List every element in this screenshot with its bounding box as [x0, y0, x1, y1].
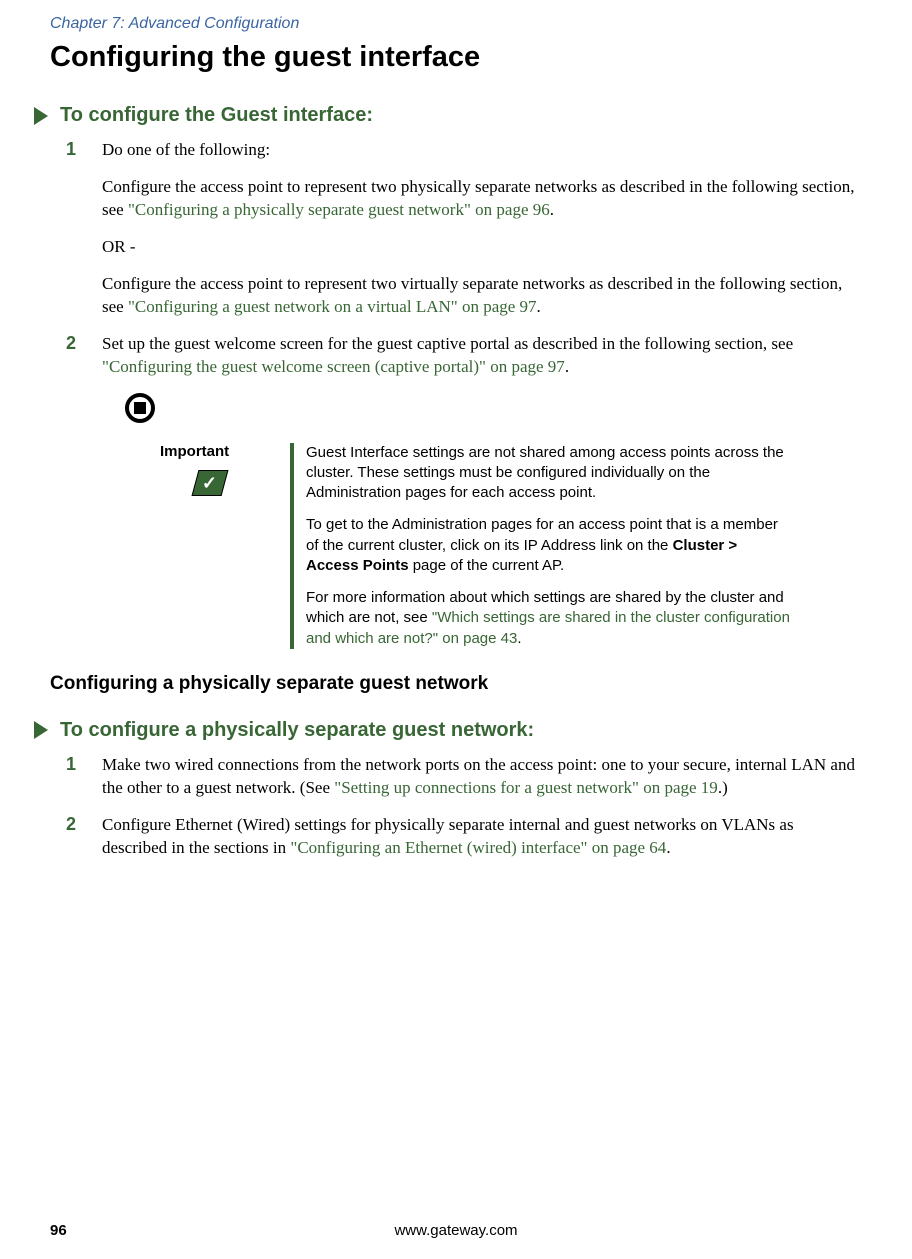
- text-fragment: .: [666, 838, 670, 857]
- stop-square: [134, 402, 146, 414]
- step-body: Configure the access point to represent …: [102, 273, 862, 319]
- step-text: Set up the guest welcome screen for the …: [102, 334, 793, 376]
- text-fragment: .: [565, 357, 569, 376]
- text-fragment: .: [517, 630, 521, 647]
- important-label: Important: [160, 443, 290, 460]
- important-box: Important ✓ Guest Interface settings are…: [160, 443, 792, 649]
- link-virtual-lan[interactable]: "Configuring a guest network on a virtua…: [128, 297, 537, 316]
- footer: 96 www.gateway.com: [50, 1222, 862, 1239]
- footer-url: www.gateway.com: [394, 1222, 517, 1239]
- text-fragment: .): [718, 778, 728, 797]
- link-ethernet-interface[interactable]: "Configuring an Ethernet (wired) interfa…: [290, 838, 666, 857]
- step-2: 2Set up the guest welcome screen for the…: [102, 333, 862, 379]
- step-1: 1Do one of the following:: [102, 139, 862, 162]
- important-para-1: Guest Interface settings are not shared …: [306, 443, 792, 504]
- page-title: Configuring the guest interface: [50, 41, 862, 74]
- important-label-column: Important ✓: [160, 443, 290, 649]
- step-text: Make two wired connections from the netw…: [102, 755, 855, 797]
- procedure-heading-1: To configure the Guest interface:: [72, 104, 862, 127]
- important-para-2: To get to the Administration pages for a…: [306, 515, 792, 576]
- or-text: OR -: [102, 236, 862, 259]
- important-content: Guest Interface settings are not shared …: [306, 443, 792, 649]
- step-text: Configure Ethernet (Wired) settings for …: [102, 815, 794, 857]
- procedure-title-2: To configure a physically separate guest…: [60, 719, 534, 742]
- link-welcome-screen[interactable]: "Configuring the guest welcome screen (c…: [102, 357, 565, 376]
- arrow-icon: [34, 107, 48, 125]
- chapter-header: Chapter 7: Advanced Configuration: [50, 0, 862, 33]
- procedure-title-1: To configure the Guest interface:: [60, 104, 373, 127]
- step-number: 1: [84, 139, 102, 160]
- step-text: Do one of the following:: [102, 140, 270, 159]
- procedure-heading-2: To configure a physically separate guest…: [72, 719, 862, 742]
- step-1b: 1Make two wired connections from the net…: [102, 754, 862, 800]
- step-number: 1: [84, 754, 102, 775]
- text-fragment: page of the current AP.: [409, 557, 565, 574]
- arrow-icon: [34, 721, 48, 739]
- stop-icon: [125, 393, 155, 423]
- step-number: 2: [84, 333, 102, 354]
- check-icon: ✓: [192, 470, 229, 496]
- step-body: Configure the access point to represent …: [102, 176, 862, 222]
- text-fragment: .: [550, 200, 554, 219]
- step-2b: 2Configure Ethernet (Wired) settings for…: [102, 814, 862, 860]
- link-setup-connections[interactable]: "Setting up connections for a guest netw…: [334, 778, 718, 797]
- important-para-3: For more information about which setting…: [306, 588, 792, 649]
- divider: [290, 443, 294, 649]
- page-number: 96: [50, 1222, 67, 1239]
- sub-heading: Configuring a physically separate guest …: [50, 673, 862, 695]
- text-fragment: Set up the guest welcome screen for the …: [102, 334, 793, 353]
- step-number: 2: [84, 814, 102, 835]
- text-fragment: .: [537, 297, 541, 316]
- link-physical-guest[interactable]: "Configuring a physically separate guest…: [128, 200, 550, 219]
